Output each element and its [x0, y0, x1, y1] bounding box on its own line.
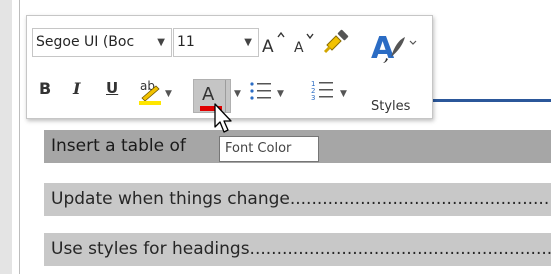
- font-color-letter: A: [202, 84, 215, 105]
- font-size-combobox[interactable]: 11 ▼: [173, 28, 259, 57]
- numbering-button[interactable]: 1 2 3 ▼: [310, 76, 352, 110]
- italic-button[interactable]: I: [73, 79, 80, 98]
- underline-button[interactable]: U: [106, 79, 118, 97]
- highlight-button[interactable]: ab ▼: [138, 76, 172, 110]
- shrink-font-button[interactable]: A: [291, 28, 319, 58]
- svg-text:A: A: [371, 31, 395, 66]
- styles-icon: A: [371, 31, 417, 66]
- heading-underline: [420, 99, 551, 102]
- bold-button[interactable]: B: [39, 79, 51, 98]
- page-margin: [0, 0, 12, 274]
- chevron-down-icon[interactable]: ▼: [157, 29, 165, 56]
- page-border-line: [19, 0, 20, 274]
- bullets-icon: [250, 82, 271, 100]
- chevron-down-icon[interactable]: ▼: [234, 89, 241, 99]
- format-painter-icon: [323, 29, 349, 54]
- highlight-color-bar: [139, 101, 161, 105]
- chevron-down-icon[interactable]: ▼: [165, 89, 172, 99]
- styles-label: Styles: [371, 99, 411, 114]
- chevron-down-icon[interactable]: ▼: [277, 89, 284, 99]
- font-size-value: 11: [177, 34, 195, 50]
- grow-font-icon: A: [262, 31, 285, 57]
- chevron-down-icon[interactable]: ▼: [244, 29, 252, 56]
- font-color-tooltip: Font Color: [219, 136, 319, 162]
- font-name-combobox[interactable]: Segoe UI (Boc ▼: [32, 28, 172, 57]
- styles-button[interactable]: A: [366, 26, 422, 110]
- format-painter-button[interactable]: [320, 28, 352, 58]
- chevron-down-icon[interactable]: ▼: [340, 89, 347, 99]
- bullets-button[interactable]: ▼: [248, 76, 288, 110]
- numbering-icon: 1 2 3: [311, 80, 333, 102]
- highlighter-icon: ab: [139, 79, 161, 105]
- shrink-font-icon: A: [294, 33, 314, 56]
- toc-line-2[interactable]: Update when things change...............…: [44, 183, 551, 216]
- svg-text:A: A: [294, 40, 304, 56]
- mouse-pointer-icon: [214, 103, 232, 133]
- toc-line-3[interactable]: Use styles for headings.................…: [44, 233, 551, 266]
- font-name-value: Segoe UI (Boc: [36, 34, 135, 50]
- grow-font-button[interactable]: A: [259, 28, 289, 58]
- svg-text:A: A: [262, 37, 274, 57]
- svg-text:3: 3: [311, 94, 315, 102]
